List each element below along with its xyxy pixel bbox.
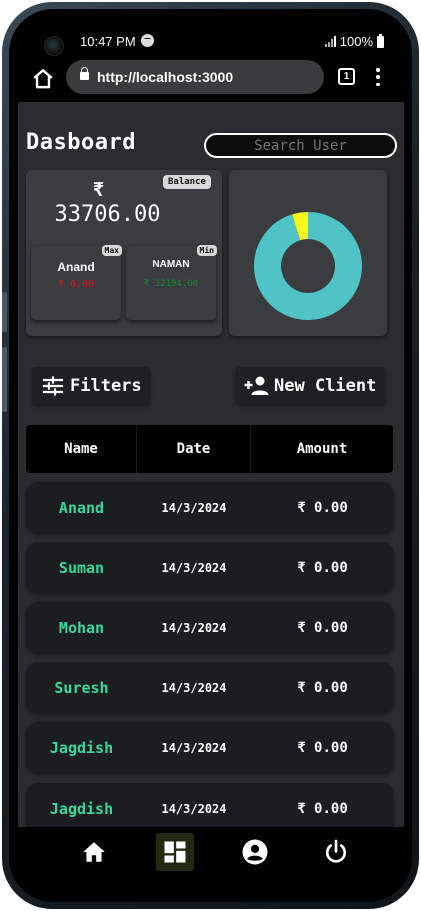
max-card: Max Anand ₹ 0.00 <box>31 245 122 320</box>
rupee-icon: ₹ <box>92 179 105 201</box>
dashboard-icon <box>164 841 186 863</box>
client-date: 14/3/2024 <box>161 561 227 575</box>
url-text: http://localhost:3000 <box>97 69 234 85</box>
client-date: 14/3/2024 <box>161 501 227 515</box>
status-bar: 10:47 PM 100% <box>18 24 404 58</box>
battery-percentage: 100% <box>339 34 373 49</box>
nav-home[interactable] <box>75 833 113 871</box>
status-indicators: 100% <box>324 33 384 49</box>
nav-dashboard[interactable] <box>156 833 194 871</box>
table-row[interactable]: Suresh 14/3/2024 ₹ 0.00 <box>26 662 394 714</box>
volume-up-button <box>2 292 7 332</box>
client-amount: ₹ 0.00 <box>297 560 348 576</box>
balance-amount: 33706.00 <box>54 202 161 227</box>
client-date: 14/3/2024 <box>161 741 227 755</box>
tab-switcher-button[interactable]: 1 <box>338 68 355 85</box>
browser-home-button[interactable] <box>30 66 56 92</box>
min-badge: Min <box>196 245 217 256</box>
browser-menu-icon[interactable] <box>375 68 381 86</box>
table-row[interactable]: Anand 14/3/2024 ₹ 0.00 <box>26 482 394 534</box>
balance-card: Balance ₹ 33706.00 Max Anand ₹ 0.00 Min … <box>26 170 222 336</box>
account-circle-icon <box>242 839 268 865</box>
client-date: 14/3/2024 <box>161 621 227 635</box>
table-row[interactable]: Mohan 14/3/2024 ₹ 0.00 <box>26 602 394 654</box>
client-date: 14/3/2024 <box>161 681 227 695</box>
max-client-name: Anand <box>57 260 95 274</box>
column-header-amount[interactable]: Amount <box>251 425 393 473</box>
volume-down-button <box>2 347 7 412</box>
browser-toolbar: http://localhost:3000 1 <box>18 58 404 102</box>
client-amount: ₹ 0.00 <box>297 680 348 696</box>
front-camera <box>44 36 64 56</box>
status-time: 10:47 PM <box>80 34 136 49</box>
table-header: Name Date Amount <box>26 425 393 473</box>
column-header-name[interactable]: Name <box>26 425 137 473</box>
filters-button[interactable]: Filters <box>32 367 150 405</box>
max-badge: Max <box>101 245 122 256</box>
bottom-navigation <box>18 827 404 877</box>
filters-label: Filters <box>70 376 142 396</box>
person-add-icon <box>244 376 269 395</box>
client-name: Suresh <box>54 679 109 697</box>
address-bar[interactable]: http://localhost:3000 <box>66 60 324 94</box>
nav-logout[interactable] <box>317 833 355 871</box>
signal-icon <box>324 36 336 47</box>
client-name: Mohan <box>58 619 105 637</box>
home-icon <box>83 842 105 862</box>
client-amount: ₹ 0.00 <box>297 801 348 817</box>
client-amount: ₹ 0.00 <box>297 620 348 636</box>
min-client-name: NAMAN <box>152 259 190 270</box>
client-name: Jagdish <box>49 800 114 818</box>
client-name: Jagdish <box>49 739 114 757</box>
battery-icon <box>377 33 384 48</box>
client-amount: ₹ 0.00 <box>297 740 348 756</box>
balance-donut-chart <box>254 212 362 320</box>
new-client-label: New Client <box>274 376 377 396</box>
spotify-icon <box>141 34 154 47</box>
client-amount: ₹ 0.00 <box>297 500 348 516</box>
column-header-date[interactable]: Date <box>137 425 251 473</box>
table-row[interactable]: Jagdish 14/3/2024 ₹ 0.00 <box>26 722 394 774</box>
home-outline-icon <box>33 69 53 89</box>
power-icon <box>325 839 347 863</box>
min-client-value: ₹ 32104.00 <box>143 279 199 289</box>
client-name: Suman <box>58 559 105 577</box>
lock-icon <box>80 67 89 80</box>
balance-chart-card <box>229 170 387 336</box>
table-row[interactable]: Suman 14/3/2024 ₹ 0.00 <box>26 542 394 594</box>
new-client-button[interactable]: New Client <box>236 367 386 405</box>
client-date: 14/3/2024 <box>161 802 227 816</box>
dashboard-content: Dasboard Balance ₹ 33706.00 Max Anand ₹ … <box>18 102 404 827</box>
tune-icon <box>42 376 64 396</box>
search-user-input[interactable] <box>204 133 397 158</box>
min-card: Min NAMAN ₹ 32104.00 <box>126 245 217 320</box>
client-name: Anand <box>58 499 105 517</box>
max-client-value: ₹ 0.00 <box>57 279 95 290</box>
phone-screen: 10:47 PM 100% http://localhost:3000 1 Da… <box>18 24 404 877</box>
page-title: Dasboard <box>26 130 136 155</box>
table-row[interactable]: Jagdish 14/3/2024 ₹ 0.00 <box>26 783 394 827</box>
nav-profile[interactable] <box>236 833 274 871</box>
